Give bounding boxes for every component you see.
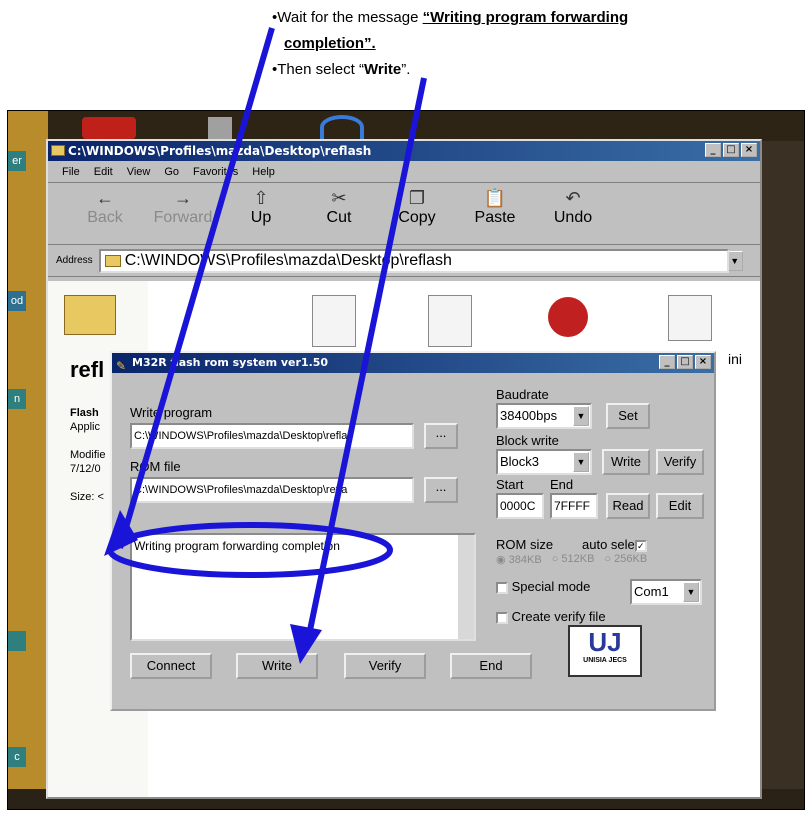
annotation-overlay [104, 27, 427, 664]
arrow-to-write [305, 77, 427, 641]
arrow-to-message [117, 27, 275, 549]
arrow-head-icon [290, 624, 322, 664]
message-highlight-ellipse [107, 522, 393, 578]
